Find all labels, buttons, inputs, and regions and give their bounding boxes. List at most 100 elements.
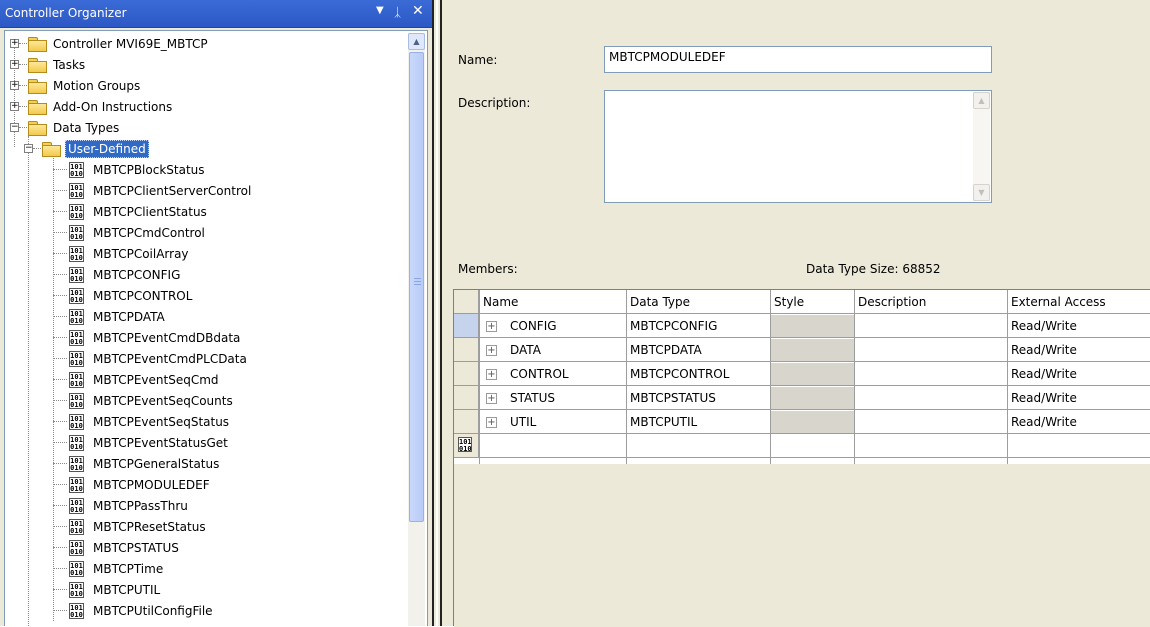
member-type-cell[interactable]: MBTCPCONFIG [630,314,717,338]
tree-item-udt[interactable]: 101 010 MBTCPSTATUS [69,537,181,558]
style-cell [771,315,854,338]
dropdown-arrow-icon[interactable]: ▼ [376,5,384,16]
expand-plus-icon[interactable]: + [10,39,19,48]
row-header[interactable] [454,362,479,386]
member-name-cell[interactable]: UTIL [510,410,536,434]
tree-item-udt[interactable]: 101 010 MBTCPUTIL [69,579,162,600]
open-folder-icon [42,141,61,157]
tree-item-udt[interactable]: 101 010 MBTCPEventCmdDBdata [69,327,242,348]
column-header[interactable]: Description [858,290,926,314]
column-header[interactable]: External Access [1011,290,1106,314]
member-name-cell[interactable]: CONTROL [510,362,569,386]
data-type-icon: 101 010 [69,602,84,619]
description-text [605,91,991,97]
column-header[interactable]: Style [774,290,804,314]
pin-icon[interactable]: ᛣ [394,5,401,19]
tree-item-udt[interactable]: 101 010 MBTCPEventSeqCmd [69,369,221,390]
description-field[interactable]: ▲ ▼ [604,90,992,203]
tree-item-udt[interactable]: 101 010 MBTCPClientServerControl [69,180,253,201]
tree-item-udt[interactable]: 101 010 MBTCPBlockStatus [69,159,207,180]
scroll-thumb[interactable] [409,52,424,522]
tree-item-udt[interactable]: 101 010 MBTCPCoilArray [69,243,191,264]
row-header[interactable] [454,314,479,338]
tree-item-user-defined[interactable]: − User-Defined [24,138,149,159]
tree-item-udt[interactable]: 101 010 MBTCPUtilConfigFile [69,600,215,621]
tree-item-udt[interactable]: 101 010 MBTCPDATA [69,306,167,327]
tree-line [53,505,67,506]
tree-item-udt[interactable]: 101 010 MBTCPEventSeqCounts [69,390,235,411]
member-type-cell[interactable]: MBTCPDATA [630,338,702,362]
row-header[interactable] [454,410,479,434]
tree-item-udt[interactable]: 101 010 MBTCPClientStatus [69,201,209,222]
member-name-cell[interactable]: DATA [510,338,541,362]
tree-item-udt[interactable]: 101 010 MBTCPResetStatus [69,516,208,537]
name-field[interactable]: MBTCPMODULEDEF [604,46,992,73]
data-type-icon: 101 010 [69,497,84,514]
expand-plus-icon[interactable]: + [486,369,497,380]
expand-plus-icon[interactable]: + [10,60,19,69]
tree-item-motion-groups[interactable]: + Motion Groups [10,75,142,96]
tree-item-udt[interactable]: 101 010 MBTCPEventCmdPLCData [69,348,249,369]
member-type-cell[interactable]: MBTCPUTIL [630,410,697,434]
tree-item-udt[interactable]: 101 010 MBTCPCONTROL [69,285,194,306]
collapse-minus-icon[interactable]: − [24,144,33,153]
tree-item-udt[interactable]: 101 010 MBTCPPassThru [69,495,190,516]
tree-item-udt[interactable]: 101 010 MBTCPGeneralStatus [69,453,221,474]
members-grid[interactable]: Name Data Type Style Description External Ac… [453,289,1150,627]
data-type-icon: 101 010 [69,371,84,388]
tree-item-udt[interactable]: 101 010 MBTCPEventSeqStatus [69,411,231,432]
description-scrollbar[interactable]: ▲ ▼ [973,92,990,201]
scroll-up-icon[interactable]: ▲ [973,92,990,109]
member-type-cell[interactable]: MBTCPCONTROL [630,362,729,386]
tree-item-controller[interactable]: + Controller MVI69E_MBTCP [10,33,210,54]
tree-line [53,211,67,212]
close-icon[interactable]: ✕ [412,3,424,19]
member-access-cell[interactable]: Read/Write [1011,338,1077,362]
tree-item-label: Motion Groups [53,78,141,93]
tree-line [53,316,67,317]
expand-plus-icon[interactable]: + [486,393,497,404]
panel-splitter[interactable] [432,0,442,626]
row-header[interactable] [454,386,479,410]
tree-item-udt[interactable]: 101 010 MBTCPTime [69,558,165,579]
collapse-minus-icon[interactable]: − [10,123,19,132]
data-type-icon: 101 010 [69,308,84,325]
expand-plus-icon[interactable]: + [10,102,19,111]
member-name-cell[interactable]: CONFIG [510,314,557,338]
open-folder-icon [28,120,47,136]
tree-item-udt[interactable]: 101 010 MBTCPEventStatusGet [69,432,230,453]
tree-item-udt[interactable]: 101 010 MBTCPCONFIG [69,264,182,285]
scroll-up-icon[interactable]: ▲ [408,33,425,50]
tree-item-tasks[interactable]: + Tasks [10,54,87,75]
expand-plus-icon[interactable]: + [486,321,497,332]
member-access-cell[interactable]: Read/Write [1011,362,1077,386]
tree-item-data-types[interactable]: − Data Types [10,117,121,138]
tree-item-udt[interactable]: 101 010 MBTCPCmdControl [69,222,207,243]
member-access-cell[interactable]: Read/Write [1011,386,1077,410]
scroll-down-icon[interactable]: ▼ [973,184,990,201]
tree-item-label: MBTCPSTATUS [93,540,179,555]
column-header[interactable]: Data Type [630,290,690,314]
member-name-cell[interactable]: STATUS [510,386,555,410]
tree-line [53,358,67,359]
member-access-cell[interactable]: Read/Write [1011,314,1077,338]
tree-item-label: MBTCPBlockStatus [93,162,205,177]
column-header[interactable]: Name [483,290,518,314]
folder-icon [28,36,47,52]
grid-empty-area [454,464,1150,627]
row-header[interactable] [454,338,479,362]
member-access-cell[interactable]: Read/Write [1011,410,1077,434]
tree-scrollbar[interactable]: ▲ [408,33,425,626]
data-type-icon: 101 010 [69,182,84,199]
expand-plus-icon[interactable]: + [486,417,497,428]
tree-item-label: MBTCPEventCmdDBdata [93,330,241,345]
member-type-cell[interactable]: MBTCPSTATUS [630,386,716,410]
expand-plus-icon[interactable]: + [486,345,497,356]
grid-col-line [479,290,480,464]
tree-item-label: MBTCPEventStatusGet [93,435,228,450]
tree-item-udt[interactable]: 101 010 MBTCPMODULEDEF [69,474,212,495]
tree-item-add-on-instructions[interactable]: + Add-On Instructions [10,96,174,117]
expand-plus-icon[interactable]: + [10,81,19,90]
tree-line [53,589,67,590]
tree-line [28,136,29,626]
